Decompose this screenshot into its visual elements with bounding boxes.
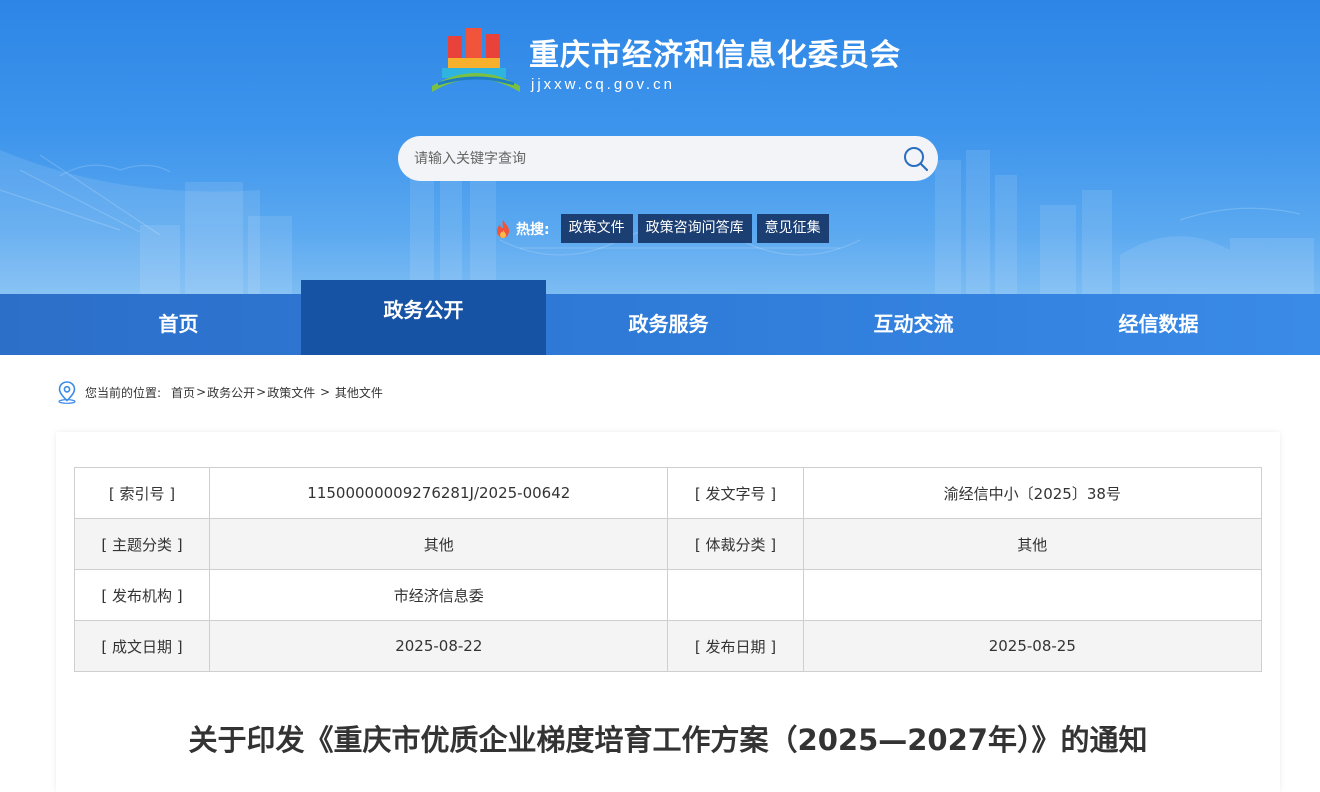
meta-value-genre-category: 其他: [802, 518, 1263, 570]
nav-item-interaction[interactable]: 互动交流: [791, 294, 1036, 355]
meta-value-publish-date: 2025-08-25: [802, 620, 1263, 672]
flame-icon: [497, 219, 509, 238]
table-row: [ 索引号 ] 11500000009276281J/2025-00642 [ …: [73, 467, 1263, 519]
breadcrumb-separator: >: [196, 385, 207, 399]
hot-tag-policy-qa[interactable]: 政策咨询问答库: [637, 214, 752, 243]
breadcrumb-item-gov-affairs-open[interactable]: 政务公开: [207, 384, 255, 401]
search-icon[interactable]: [902, 145, 930, 173]
meta-key-document-number: [ 发文字号 ]: [667, 467, 804, 519]
table-row: [ 成文日期 ] 2025-08-22 [ 发布日期 ] 2025-08-25: [73, 620, 1263, 672]
meta-value-written-date: 2025-08-22: [209, 620, 669, 672]
meta-key-written-date: [ 成文日期 ]: [73, 620, 211, 672]
site-title: 重庆市经济和信息化委员会: [529, 38, 901, 73]
meta-value-issuing-agency: 市经济信息委: [209, 569, 669, 621]
meta-key-issuing-agency: [ 发布机构 ]: [73, 569, 211, 621]
breadcrumb-label: 您当前的位置:: [85, 385, 162, 400]
location-pin-icon: [58, 381, 76, 404]
breadcrumb-separator: >: [256, 385, 267, 399]
table-row: [ 主题分类 ] 其他 [ 体裁分类 ] 其他: [73, 518, 1263, 570]
hot-search-bar: 热搜: 政策文件 政策咨询问答库 意见征集: [494, 214, 834, 243]
site-domain: jjxxw.cq.gov.cn: [531, 76, 675, 93]
main-nav: 首页 政务公开 政务服务 互动交流 经信数据: [0, 280, 1320, 355]
meta-value-document-number: 渝经信中小〔2025〕38号: [802, 467, 1263, 519]
site-logo-icon: [432, 28, 520, 92]
meta-value-index-number: 11500000009276281J/2025-00642: [209, 467, 669, 519]
nav-item-label: 首页: [158, 312, 199, 336]
breadcrumb-item-other-documents[interactable]: 其他文件: [335, 384, 383, 401]
nav-item-label: 政务公开: [383, 298, 464, 322]
nav-item-data[interactable]: 经信数据: [1036, 294, 1281, 355]
nav-item-label: 经信数据: [1118, 312, 1199, 336]
hot-search-label: 热搜:: [516, 221, 550, 238]
document-metadata-table: [ 索引号 ] 11500000009276281J/2025-00642 [ …: [73, 467, 1263, 672]
meta-key-publish-date: [ 发布日期 ]: [667, 620, 804, 672]
hot-tag-policy-documents[interactable]: 政策文件: [560, 214, 633, 243]
breadcrumb-item-policy-documents[interactable]: 政策文件: [267, 384, 315, 401]
nav-item-label: 政务服务: [628, 312, 709, 336]
meta-value-topic-category: 其他: [209, 518, 669, 570]
meta-key-topic-category: [ 主题分类 ]: [73, 518, 211, 570]
table-row: [ 发布机构 ] 市经济信息委: [73, 569, 1263, 621]
nav-item-label: 互动交流: [873, 312, 954, 336]
search-box: [398, 136, 938, 181]
breadcrumb-item-home[interactable]: 首页: [171, 384, 195, 401]
meta-key-empty: [667, 569, 804, 621]
hot-tag-opinion-collection[interactable]: 意见征集: [756, 214, 829, 243]
header-banner: 重庆市经济和信息化委员会 jjxxw.cq.gov.cn 热搜: 政策文件 政策…: [0, 0, 1320, 294]
nav-item-gov-services[interactable]: 政务服务: [546, 294, 791, 355]
document-title: 关于印发《重庆市优质企业梯度培育工作方案（2025—2027年）》的通知: [188, 723, 1148, 757]
search-input[interactable]: [414, 136, 884, 181]
content-panel: [ 索引号 ] 11500000009276281J/2025-00642 [ …: [56, 432, 1280, 792]
nav-item-gov-affairs-open[interactable]: 政务公开: [301, 280, 546, 355]
meta-value-empty: [802, 569, 1263, 621]
nav-item-home[interactable]: 首页: [56, 294, 301, 355]
meta-key-index-number: [ 索引号 ]: [73, 467, 211, 519]
breadcrumb-separator: >: [316, 385, 334, 399]
meta-key-genre-category: [ 体裁分类 ]: [667, 518, 804, 570]
breadcrumb: 您当前的位置: 首页 > 政务公开 > 政策文件 > 其他文件: [56, 380, 383, 404]
